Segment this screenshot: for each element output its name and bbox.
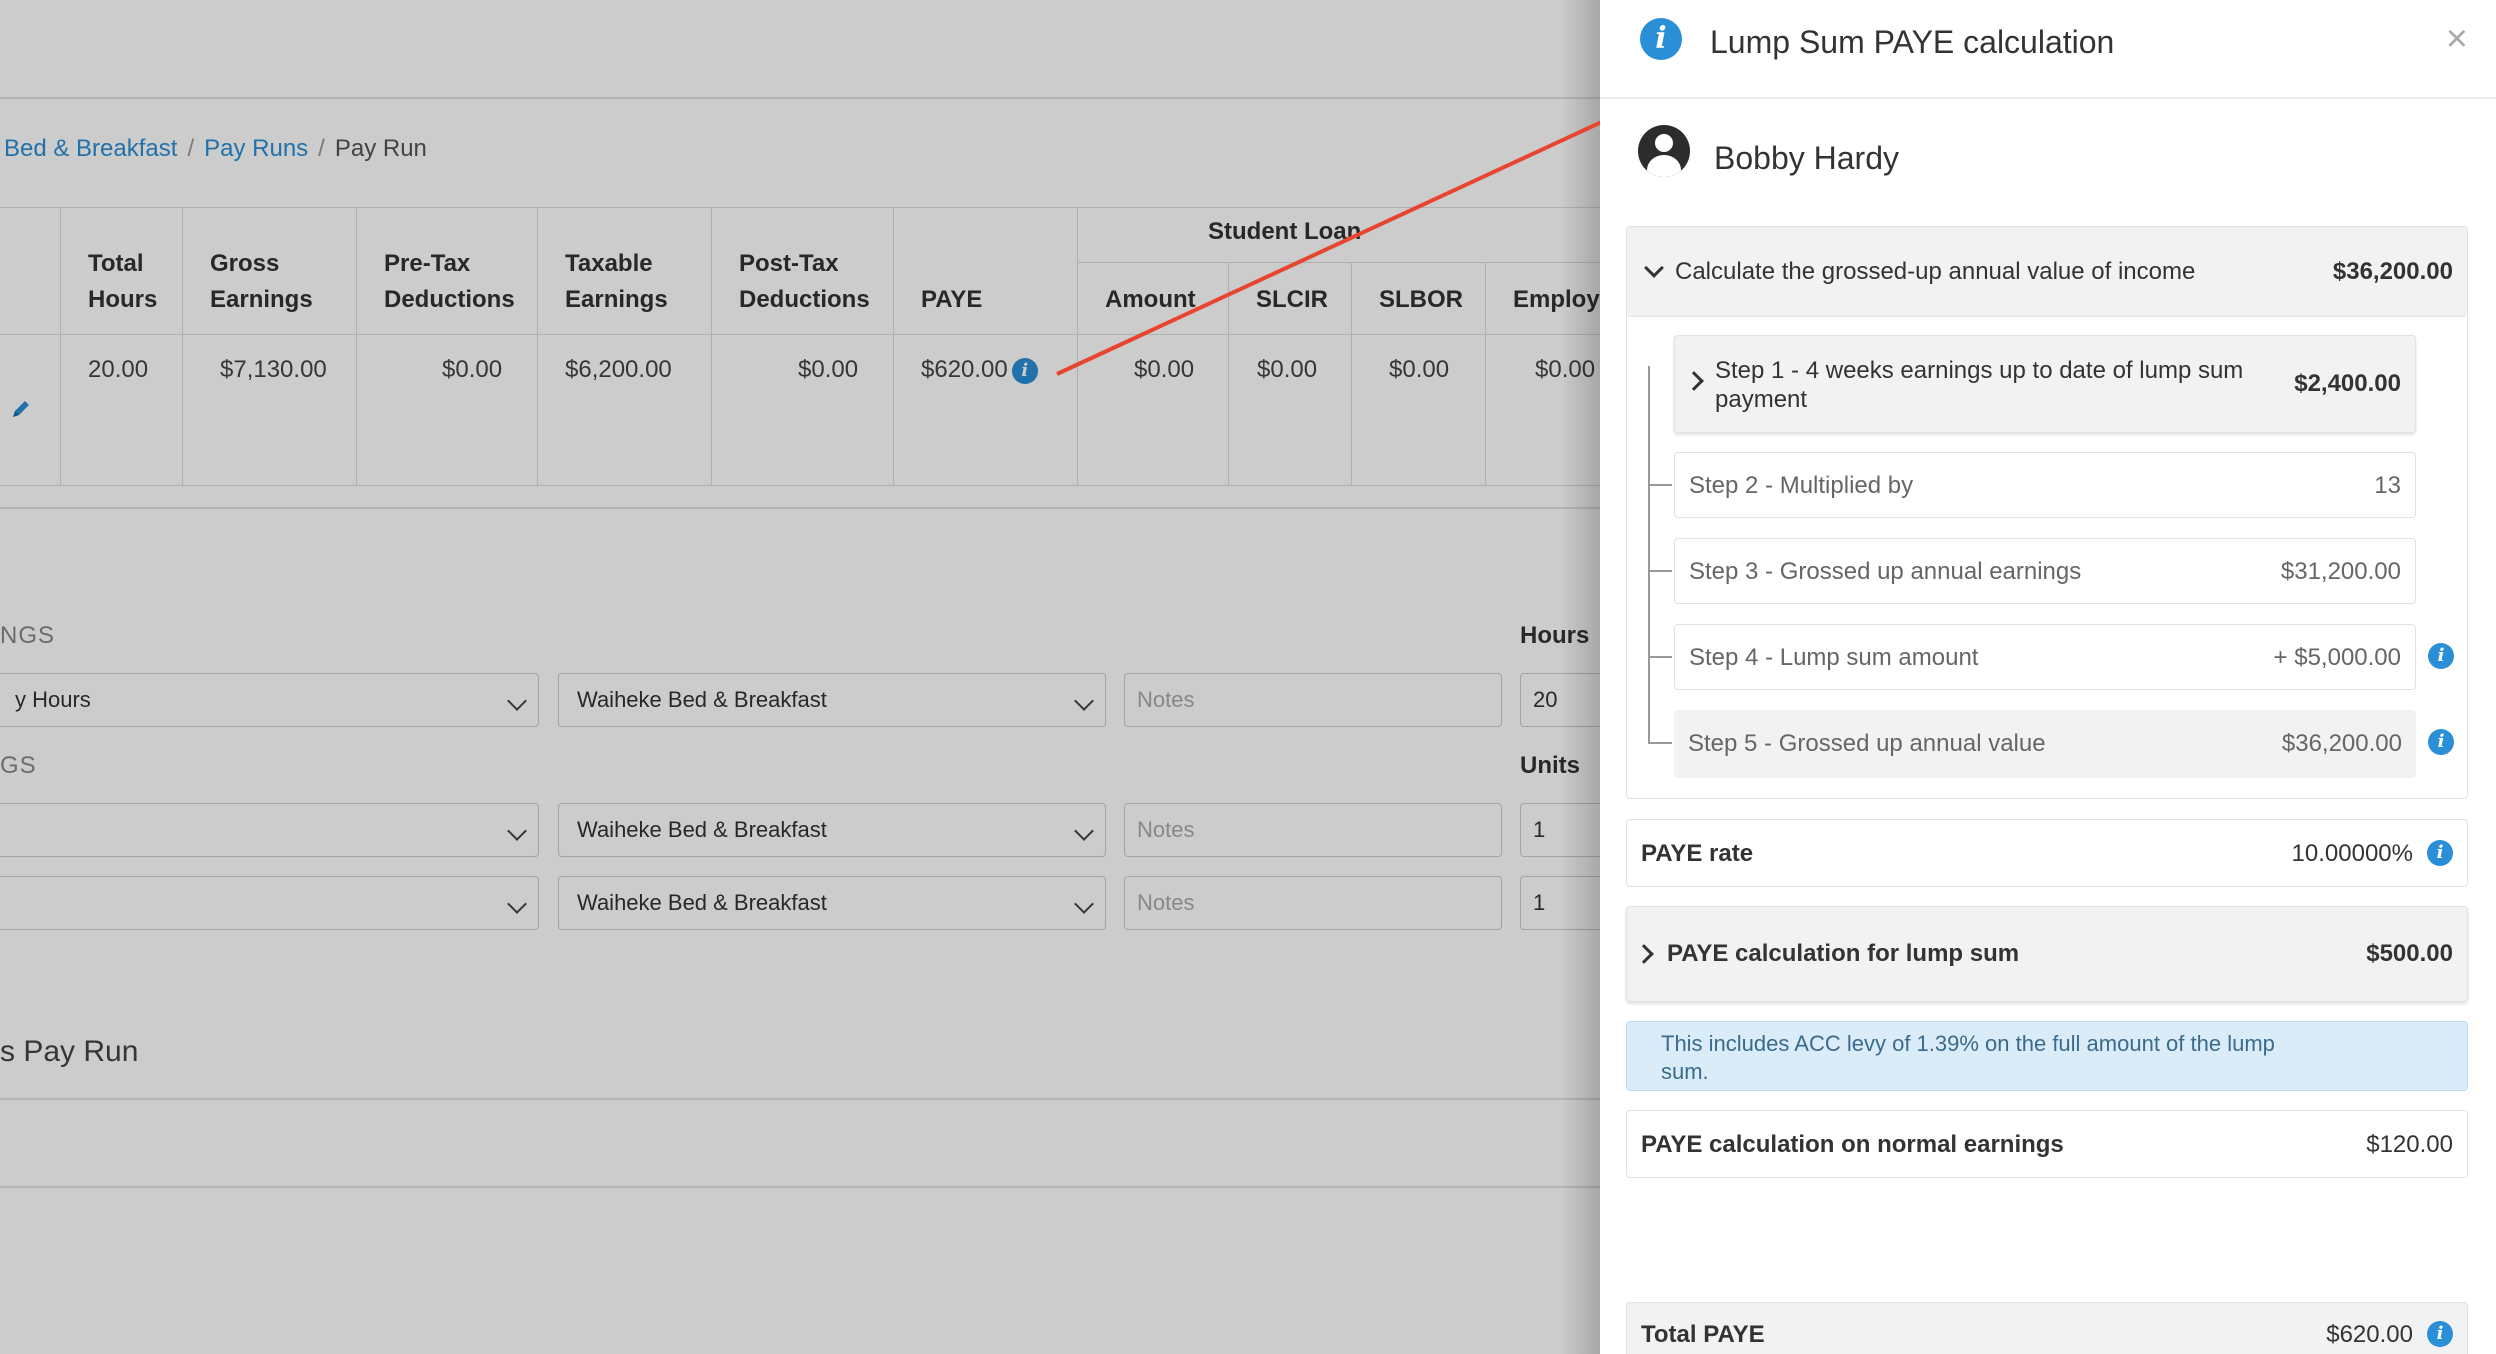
step-5-value: $36,200.00 bbox=[2281, 730, 2402, 757]
acc-levy-notice-text: This includes ACC levy of 1.39% on the f… bbox=[1661, 1031, 2275, 1084]
info-icon[interactable]: i bbox=[2428, 643, 2454, 669]
paye-rate-value: 10.00000% bbox=[2291, 840, 2413, 867]
total-paye-row: Total PAYE $620.00 i bbox=[1626, 1302, 2468, 1354]
step-5-row: Step 5 - Grossed up annual value $36,200… bbox=[1674, 710, 2416, 778]
step-2-label: Step 2 - Multiplied by bbox=[1689, 472, 1914, 499]
step-5-label: Step 5 - Grossed up annual value bbox=[1688, 730, 2046, 757]
paye-lump-sum-label: PAYE calculation for lump sum bbox=[1667, 940, 2020, 967]
step-2-value: 13 bbox=[2374, 472, 2401, 499]
total-paye-value: $620.00 bbox=[2326, 1321, 2413, 1348]
modal-title: Lump Sum PAYE calculation bbox=[1710, 24, 2115, 60]
employee-name: Bobby Hardy bbox=[1714, 140, 1899, 176]
annotation-arrow-line bbox=[1056, 105, 1635, 376]
info-icon: i bbox=[1640, 18, 1682, 60]
step-1-value: $2,400.00 bbox=[2294, 370, 2401, 397]
paye-normal-value: $120.00 bbox=[2366, 1131, 2453, 1158]
total-paye-label: Total PAYE bbox=[1641, 1321, 1765, 1348]
step-3-label: Step 3 - Grossed up annual earnings bbox=[1689, 558, 2082, 585]
paye-rate-label: PAYE rate bbox=[1641, 840, 1754, 867]
chevron-down-icon bbox=[1644, 258, 1664, 278]
paye-lump-sum-value: $500.00 bbox=[2366, 940, 2453, 967]
info-icon[interactable]: i bbox=[2428, 729, 2454, 755]
info-icon[interactable]: i bbox=[2427, 1321, 2453, 1347]
paye-rate-row: PAYE rate 10.00000% i bbox=[1626, 819, 2468, 887]
gross-up-header[interactable]: Calculate the grossed-up annual value of… bbox=[1627, 227, 2467, 317]
modal-header: i Lump Sum PAYE calculation × bbox=[1600, 0, 2496, 99]
info-icon[interactable]: i bbox=[2427, 840, 2453, 866]
step-4-label: Step 4 - Lump sum amount bbox=[1689, 644, 1979, 671]
paye-normal-row: PAYE calculation on normal earnings $120… bbox=[1626, 1110, 2468, 1178]
step-1-label: Step 1 - 4 weeks earnings up to date of … bbox=[1715, 357, 2244, 413]
step-4-value: + $5,000.00 bbox=[2273, 644, 2401, 671]
step-4-row: Step 4 - Lump sum amount + $5,000.00 bbox=[1674, 624, 2416, 690]
lump-sum-paye-modal: i Lump Sum PAYE calculation × Bobby Hard… bbox=[1600, 0, 2496, 1354]
gross-up-label: Calculate the grossed-up annual value of… bbox=[1675, 258, 2196, 285]
step-1-row[interactable]: Step 1 - 4 weeks earnings up to date of … bbox=[1674, 335, 2416, 433]
step-3-value: $31,200.00 bbox=[2280, 558, 2401, 585]
step-3-row: Step 3 - Grossed up annual earnings $31,… bbox=[1674, 538, 2416, 604]
avatar-icon bbox=[1638, 125, 1690, 177]
tree-line bbox=[1648, 366, 1650, 744]
acc-levy-notice: This includes ACC levy of 1.39% on the f… bbox=[1626, 1021, 2468, 1091]
step-2-row: Step 2 - Multiplied by 13 bbox=[1674, 452, 2416, 518]
gross-up-value: $36,200.00 bbox=[2332, 258, 2453, 285]
chevron-right-icon bbox=[1634, 944, 1654, 964]
paye-normal-label: PAYE calculation on normal earnings bbox=[1641, 1131, 2064, 1158]
paye-lump-sum-row[interactable]: PAYE calculation for lump sum $500.00 bbox=[1626, 906, 2468, 1002]
chevron-right-icon bbox=[1684, 371, 1704, 391]
close-button[interactable]: × bbox=[2446, 18, 2468, 61]
